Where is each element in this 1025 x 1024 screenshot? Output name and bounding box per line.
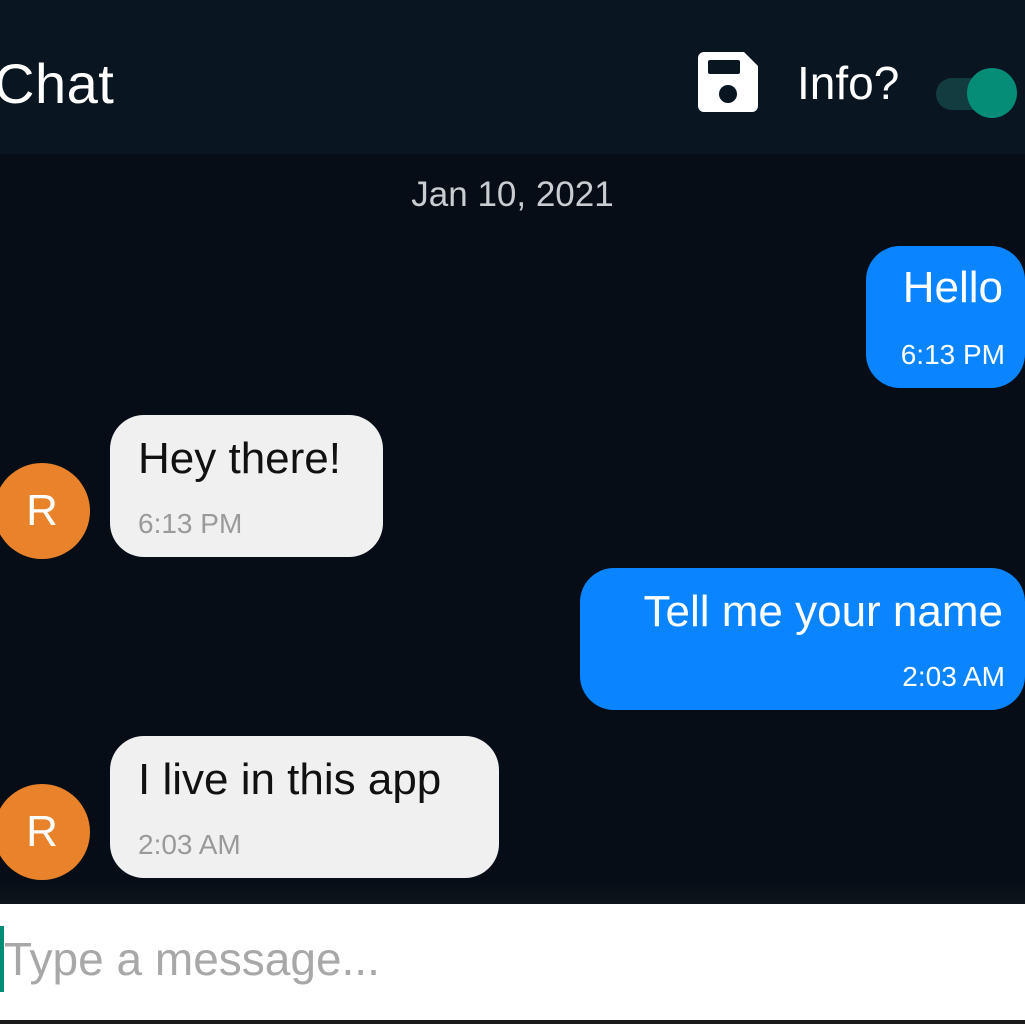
message-text: Tell me your name [643,587,1003,636]
info-toggle-label: Info? [797,57,900,109]
info-toggle[interactable] [934,68,1018,118]
message-time: 6:13 PM [900,339,1005,370]
message-bubble-outgoing[interactable]: Hello 6:13 PM [866,246,1025,388]
composer-divider [0,880,1025,904]
message-time: 2:03 AM [138,829,241,860]
bottom-edge [0,1020,1025,1024]
message-bubble-outgoing[interactable]: Tell me your name 2:03 AM [580,568,1025,710]
date-separator: Jan 10, 2021 [411,175,614,214]
message-text: Hello [902,263,1003,312]
save-icon[interactable] [696,50,760,114]
avatar[interactable]: R [0,463,90,559]
message-time: 6:13 PM [138,508,243,539]
message-composer [0,904,1025,1020]
chat-screen: Chat Info? Jan 10, 2021 Hello 6:13 PM R … [0,0,1025,1024]
message-input[interactable] [4,924,1004,994]
message-text: I live in this app [138,755,442,804]
message-bubble-incoming[interactable]: I live in this app 2:03 AM [110,736,499,878]
message-time: 2:03 AM [902,661,1005,692]
avatar[interactable]: R [0,784,90,880]
toggle-thumb[interactable] [967,68,1017,118]
message-text: Hey there! [138,434,341,483]
message-bubble-incoming[interactable]: Hey there! 6:13 PM [110,415,383,557]
page-title: Chat [0,52,115,115]
app-header: Chat Info? [0,0,1025,154]
